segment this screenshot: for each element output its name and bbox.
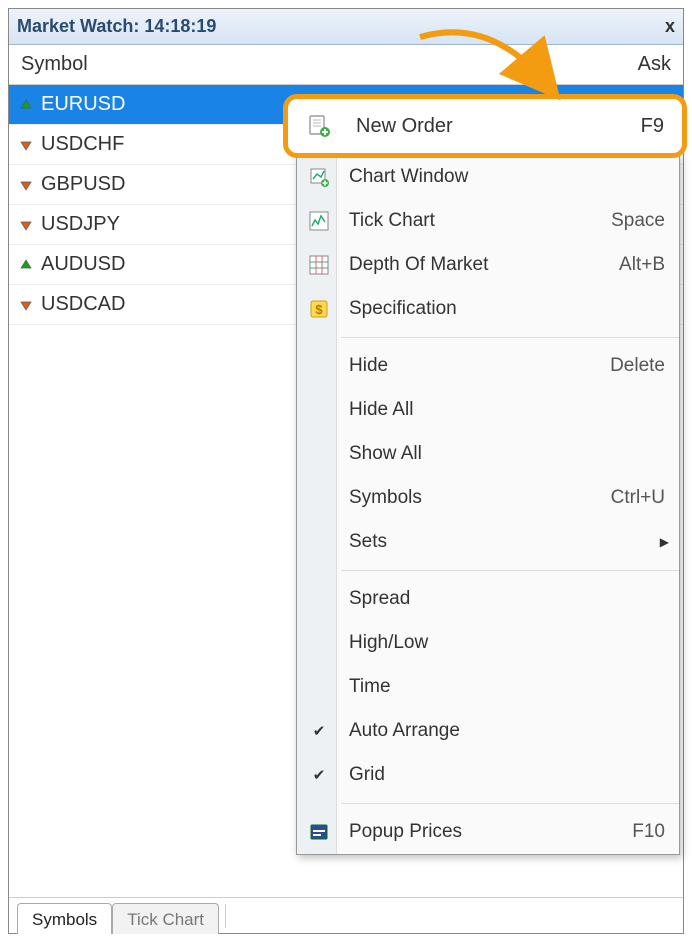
menu-item-time[interactable]: Time — [297, 665, 679, 709]
menu-separator — [341, 337, 679, 338]
menu-item-shortcut: Delete — [610, 355, 665, 377]
menu-item-label: Sets — [349, 531, 665, 553]
menu-item-shortcut: Alt+B — [619, 254, 665, 276]
menu-item-shortcut: Space — [611, 210, 665, 232]
symbol-name: EURUSD — [41, 93, 125, 116]
menu-item-tick-chart[interactable]: Tick ChartSpace — [297, 199, 679, 243]
tick-chart-icon — [307, 209, 331, 233]
menu-item-label: Grid — [349, 764, 665, 786]
menu-item-show-all[interactable]: Show All — [297, 432, 679, 476]
arrow-down-icon — [19, 298, 33, 312]
menu-separator — [341, 803, 679, 804]
svg-text:$: $ — [315, 302, 323, 317]
popup-icon — [307, 820, 331, 844]
menu-item-specification[interactable]: $ Specification — [297, 287, 679, 331]
tab-tick-chart[interactable]: Tick Chart — [112, 903, 219, 934]
arrow-up-icon — [19, 98, 33, 112]
dollar-icon: $ — [307, 297, 331, 321]
menu-item-chart-window[interactable]: Chart Window — [297, 155, 679, 199]
menu-item-high-low[interactable]: High/Low — [297, 621, 679, 665]
chart-plus-icon — [307, 165, 331, 189]
col-symbol-header[interactable]: Symbol — [21, 53, 431, 76]
menu-item-auto-arrange[interactable]: ✔ Auto Arrange — [297, 709, 679, 753]
menu-item-spread[interactable]: Spread — [297, 577, 679, 621]
menu-item-shortcut: Ctrl+U — [611, 487, 665, 509]
arrow-down-icon — [19, 218, 33, 232]
arrow-down-icon — [19, 138, 33, 152]
menu-separator — [341, 570, 679, 571]
tab-separator — [225, 904, 226, 928]
symbol-name: AUDUSD — [41, 253, 125, 276]
tab-symbols[interactable]: Symbols — [17, 903, 112, 934]
menu-item-label: Hide All — [349, 399, 665, 421]
menu-item-label: Auto Arrange — [349, 720, 665, 742]
column-headers: Symbol Bid Ask — [9, 45, 683, 85]
menu-item-label: Symbols — [349, 487, 611, 509]
menu-item-label: Specification — [349, 298, 665, 320]
check-icon: ✔ — [307, 719, 331, 743]
new-order-icon — [306, 113, 332, 139]
symbol-name: USDJPY — [41, 213, 120, 236]
grid-icon — [307, 253, 331, 277]
menu-item-label: Popup Prices — [349, 821, 632, 843]
context-menu: Chart WindowTick ChartSpaceDepth Of Mark… — [296, 154, 680, 855]
symbol-name: USDCHF — [41, 133, 124, 156]
arrow-up-icon — [19, 258, 33, 272]
arrow-down-icon — [19, 178, 33, 192]
close-icon[interactable]: x — [665, 16, 675, 37]
menu-item-shortcut: F10 — [632, 821, 665, 843]
chevron-right-icon: ▶ — [660, 535, 669, 549]
menu-item-popup-prices[interactable]: Popup PricesF10 — [297, 810, 679, 854]
check-icon: ✔ — [307, 763, 331, 787]
menu-item-label: Chart Window — [349, 166, 665, 188]
window-title: Market Watch: 14:18:19 — [17, 16, 216, 37]
menu-item-label: Time — [349, 676, 665, 698]
col-bid-header[interactable]: Bid — [431, 53, 551, 76]
highlight-shortcut: F9 — [641, 115, 664, 138]
menu-item-label: Spread — [349, 588, 665, 610]
highlight-label: New Order — [356, 115, 641, 138]
menu-item-label: Tick Chart — [349, 210, 611, 232]
menu-item-label: Show All — [349, 443, 665, 465]
menu-item-sets[interactable]: Sets▶ — [297, 520, 679, 564]
menu-item-grid[interactable]: ✔ Grid — [297, 753, 679, 797]
menu-item-hide-all[interactable]: Hide All — [297, 388, 679, 432]
col-ask-header[interactable]: Ask — [551, 53, 671, 76]
menu-item-label: High/Low — [349, 632, 665, 654]
symbol-name: USDCAD — [41, 293, 125, 316]
menu-item-label: Hide — [349, 355, 610, 377]
titlebar: Market Watch: 14:18:19 x — [9, 9, 683, 45]
menu-item-hide[interactable]: HideDelete — [297, 344, 679, 388]
menu-item-symbols[interactable]: SymbolsCtrl+U — [297, 476, 679, 520]
menu-item-depth[interactable]: Depth Of MarketAlt+B — [297, 243, 679, 287]
highlight-new-order[interactable]: New Order F9 — [283, 94, 687, 158]
symbol-name: GBPUSD — [41, 173, 125, 196]
menu-item-label: Depth Of Market — [349, 254, 619, 276]
context-menu-items: Chart WindowTick ChartSpaceDepth Of Mark… — [297, 155, 679, 854]
bottom-tabs: Symbols Tick Chart — [9, 897, 683, 933]
